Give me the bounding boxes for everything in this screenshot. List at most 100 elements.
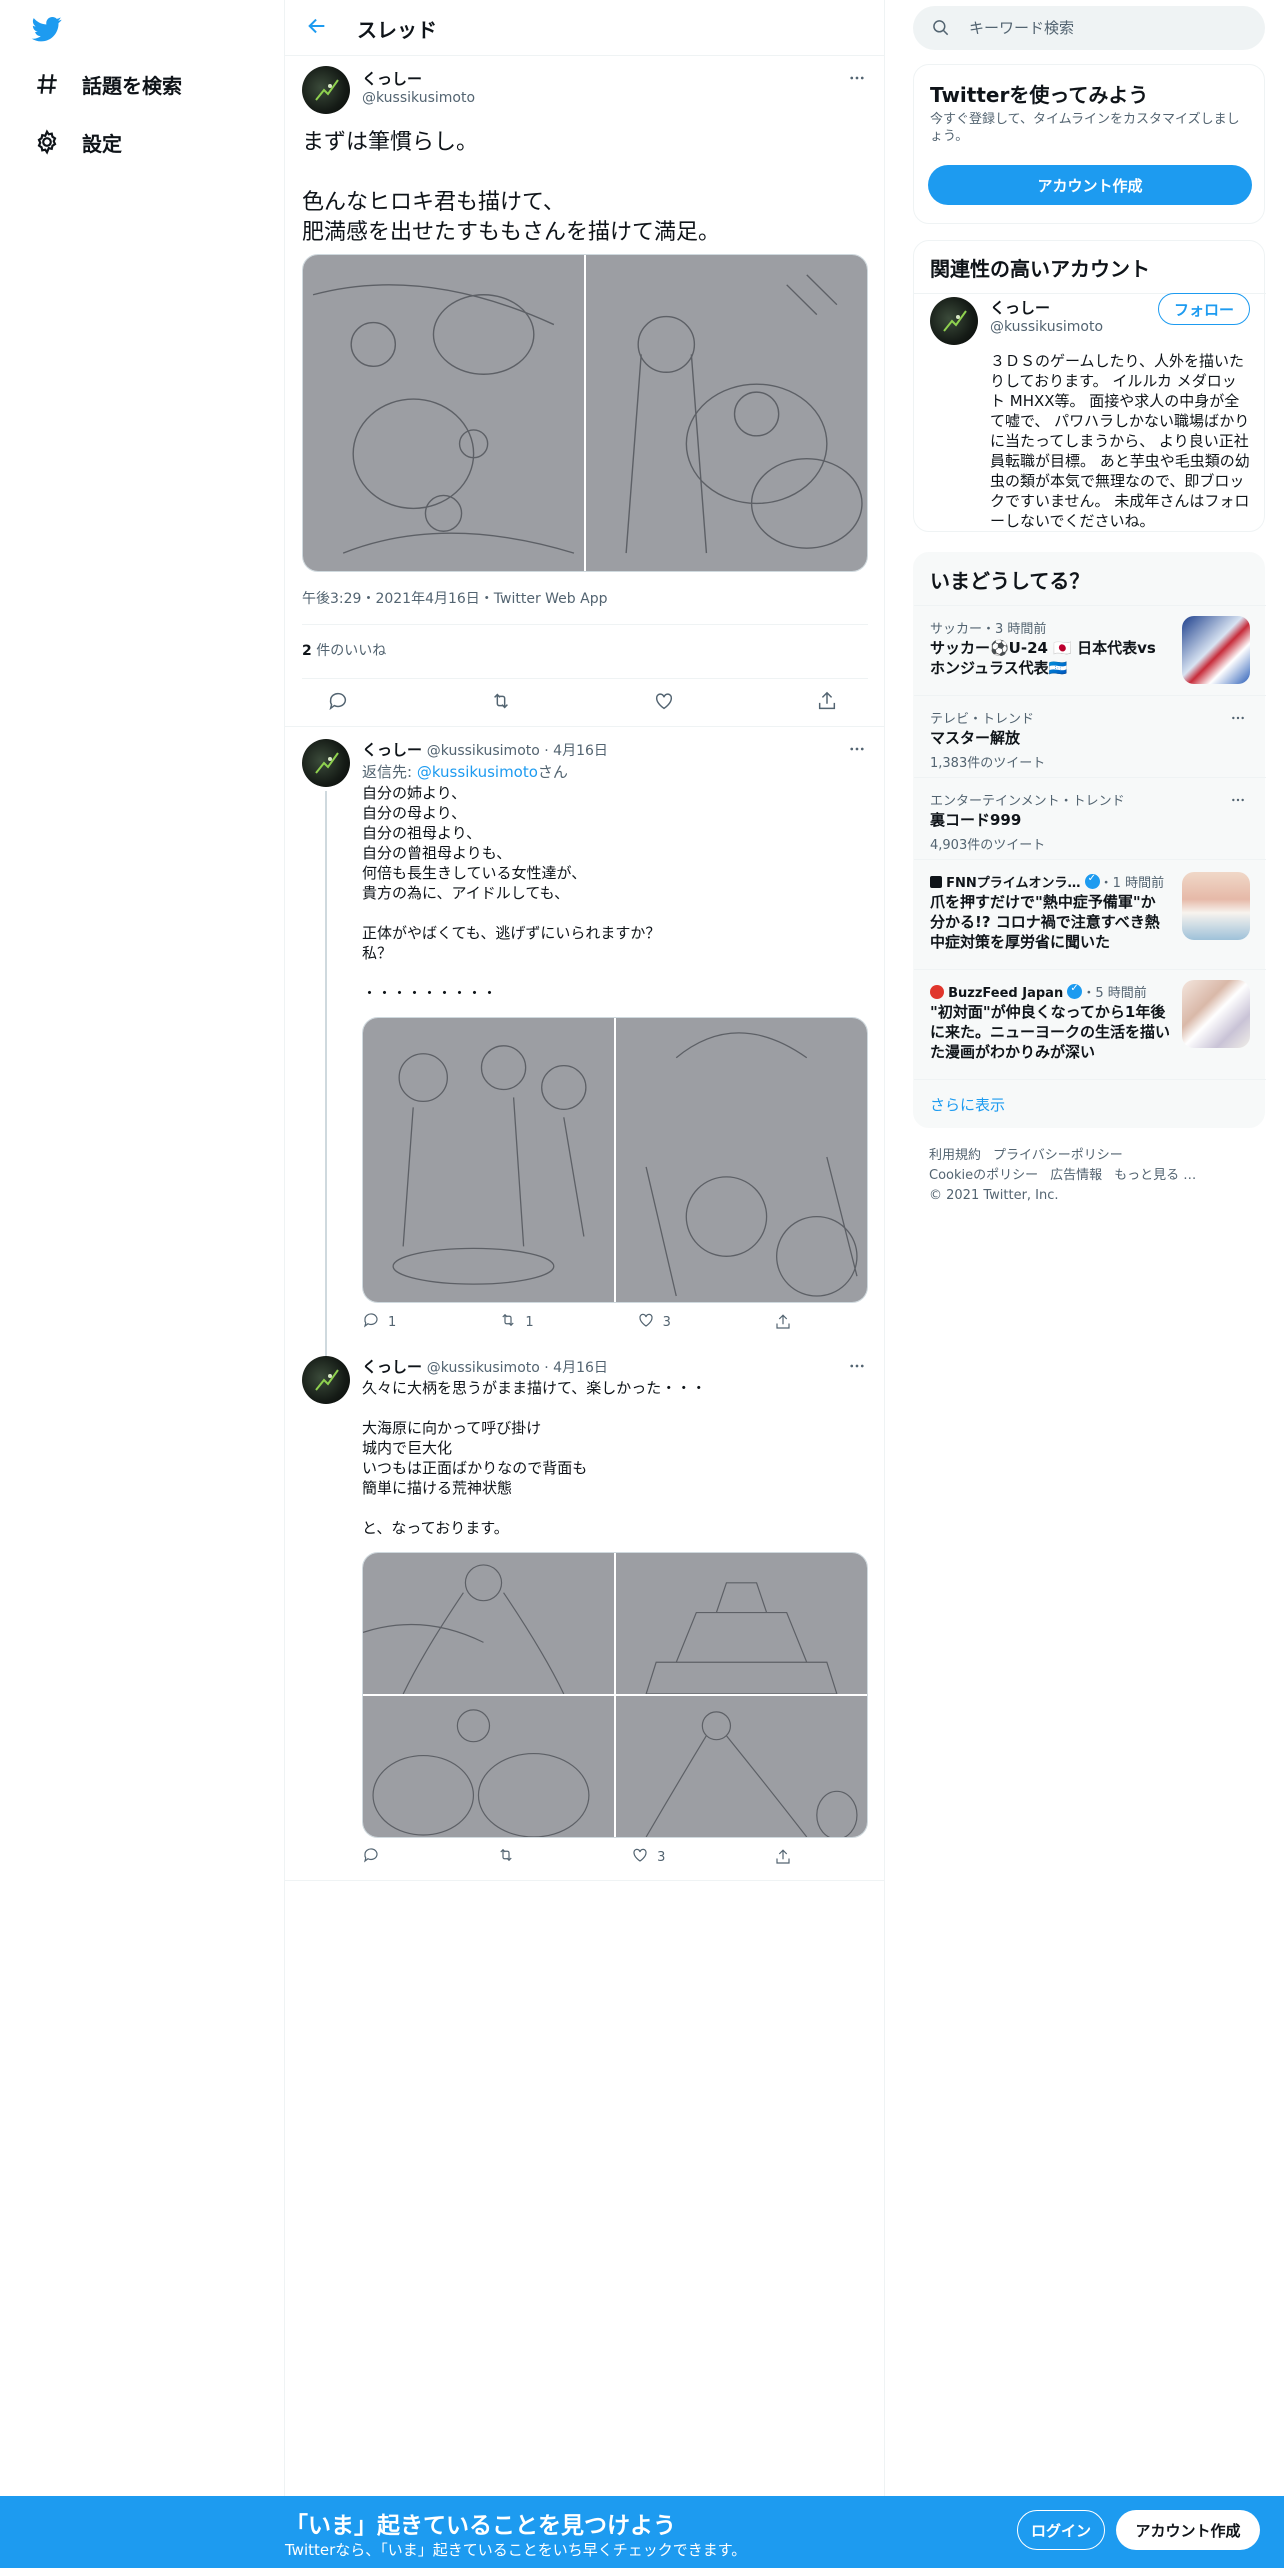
trend-item[interactable]: BuzzFeed Japan ・5 時間前 "初対面"が仲良くなってから1年後に… <box>914 969 1266 1079</box>
tweet-media[interactable] <box>302 254 868 572</box>
share-icon[interactable] <box>816 690 838 712</box>
footer-links: 利用規約 プライバシーポリシー Cookieのポリシー 広告情報 もっと見る … © … <box>929 1146 1259 1206</box>
footer-link-terms[interactable]: 利用規約 <box>929 1148 981 1163</box>
like-button[interactable]: 3 <box>637 1311 671 1333</box>
avatar[interactable] <box>930 297 978 345</box>
thread-header: スレッド <box>285 0 885 56</box>
trend-thumbnail <box>1182 872 1250 940</box>
footer-link-privacy[interactable]: プライバシーポリシー <box>993 1148 1123 1163</box>
nav-settings-label: 設定 <box>82 131 122 156</box>
footer-link-cookies[interactable]: Cookieのポリシー <box>929 1168 1038 1183</box>
create-account-button[interactable]: アカウント作成 <box>928 165 1252 205</box>
tweet-header: くっしー @kussikusimoto · 4月16日 <box>362 739 608 760</box>
trend-item[interactable]: テレビ・トレンド マスター解放 1,383件のツイート <box>914 695 1266 777</box>
reply-icon <box>362 1846 380 1868</box>
likes-summary[interactable]: 2 件のいいね <box>302 640 386 660</box>
retweet-count: 1 <box>525 1314 534 1330</box>
sketch-image[interactable] <box>616 1553 867 1694</box>
avatar[interactable] <box>302 66 350 114</box>
like-icon <box>637 1311 655 1333</box>
more-options-icon[interactable] <box>845 66 869 90</box>
twitter-bird-icon[interactable] <box>30 14 64 44</box>
author-name[interactable]: くっしー <box>362 741 422 759</box>
retweet-button[interactable] <box>497 1846 523 1868</box>
like-icon[interactable] <box>653 690 675 712</box>
reply-button[interactable] <box>362 1846 388 1868</box>
tweet-timestamp[interactable]: 午後3:29・2021年4月16日・Twitter Web App <box>302 588 607 608</box>
publisher-avatar <box>930 985 944 999</box>
reply-icon[interactable] <box>327 690 349 712</box>
search-icon <box>931 18 951 38</box>
sketch-image[interactable] <box>616 1696 867 1837</box>
like-count: 3 <box>657 1849 666 1865</box>
author-name[interactable]: くっしー <box>362 1358 422 1376</box>
reply-tweet[interactable]: くっしー @kussikusimoto · 4月16日 返信先: @kussik… <box>285 727 885 1381</box>
trend-context: エンターテインメント・トレンド <box>930 794 1125 809</box>
tweet-media[interactable] <box>362 1017 868 1303</box>
trend-item[interactable]: エンターテインメント・トレンド 裏コード999 4,903件のツイート <box>914 777 1266 859</box>
like-button[interactable]: 3 <box>631 1846 665 1868</box>
reply-suffix: さん <box>537 763 568 781</box>
back-button[interactable] <box>303 14 331 42</box>
reply-icon <box>362 1311 380 1333</box>
avatar[interactable] <box>302 1356 350 1404</box>
footer-row: 利用規約 プライバシーポリシー <box>929 1146 1259 1166</box>
related-handle[interactable]: @kussikusimoto <box>990 319 1103 335</box>
sketch-image[interactable] <box>586 255 867 571</box>
related-bio: ３ＤＳのゲームしたり、人外を描いたりしております。 イルルカ メダロット MHX… <box>990 352 1250 530</box>
tweet-text: まずは筆慣らし。 色んなヒロキ君も描けて、 肥満感を出せたすももさんを描けて満足… <box>302 130 721 245</box>
share-icon[interactable] <box>774 1846 792 1868</box>
search-bar[interactable] <box>913 6 1265 50</box>
trend-title: 爪を押すだけで"熱中症予備軍"か分かる!? コロナ禍で注意すべき熱中症対策を厚労… <box>930 893 1160 951</box>
trend-item[interactable]: サッカー・3 時間前 サッカー⚽U-24 🇯🇵 日本代表vsホンジュラス代表🇭🇳 <box>914 605 1266 695</box>
sketch-image[interactable] <box>363 1018 614 1302</box>
author-handle[interactable]: @kussikusimoto <box>362 90 475 106</box>
divider <box>302 624 868 625</box>
share-icon[interactable] <box>774 1311 792 1333</box>
reply-tweet[interactable]: くっしー @kussikusimoto · 4月16日 久々に大柄を思うがまま描… <box>285 1344 885 1884</box>
tweet-media[interactable] <box>362 1552 868 1838</box>
sketch-image[interactable] <box>363 1696 614 1837</box>
show-more-row[interactable]: さらに表示 <box>914 1079 1266 1129</box>
show-more-link[interactable]: さらに表示 <box>930 1094 1005 1115</box>
sketch-image[interactable] <box>303 255 584 571</box>
more-options-icon[interactable] <box>1226 788 1250 812</box>
signup-button[interactable]: アカウント作成 <box>1116 2510 1260 2550</box>
publisher-avatar <box>930 876 942 888</box>
related-name[interactable]: くっしー <box>990 297 1050 318</box>
login-button[interactable]: ログイン <box>1017 2510 1105 2550</box>
trend-title: サッカー⚽U-24 🇯🇵 日本代表vsホンジュラス代表🇭🇳 <box>930 639 1156 677</box>
retweet-icon[interactable] <box>490 690 512 712</box>
footer-link-more[interactable]: もっと見る … <box>1114 1168 1196 1183</box>
arrow-left-icon <box>306 15 328 41</box>
follow-button[interactable]: フォロー <box>1158 293 1250 325</box>
verified-badge-icon <box>1067 983 1083 999</box>
search-input[interactable] <box>969 19 1249 37</box>
reply-button[interactable]: 1 <box>362 1311 396 1333</box>
more-options-icon[interactable] <box>845 1354 869 1378</box>
likes-label: 件のいいね <box>311 643 387 659</box>
related-title: 関連性の高いアカウント <box>930 257 1150 281</box>
trend-item[interactable]: FNNプライムオンラ… ・1 時間前 爪を押すだけで"熱中症予備軍"か分かる!?… <box>914 859 1266 969</box>
avatar[interactable] <box>302 739 350 787</box>
retweet-button[interactable]: 1 <box>499 1311 534 1333</box>
nav-settings[interactable]: 設定 <box>34 122 122 162</box>
more-options-icon[interactable] <box>1226 706 1250 730</box>
author-handle-date[interactable]: @kussikusimoto · 4月16日 <box>427 1360 608 1376</box>
reply-handle-link[interactable]: @kussikusimoto <box>417 763 538 781</box>
banner-subtitle: Twitterなら、「いま」起きていることをいち早くチェックできます。 <box>285 2541 747 2559</box>
publisher-name: FNNプライムオンラ… <box>946 876 1081 891</box>
signup-banner: 「いま」起きていることを見つけよう Twitterなら、「いま」起きていることを… <box>0 2496 1284 2568</box>
footer-row: Cookieのポリシー 広告情報 もっと見る … <box>929 1166 1259 1186</box>
gear-icon <box>34 129 60 155</box>
nav-explore[interactable]: 話題を検索 <box>34 64 182 104</box>
author-handle-date[interactable]: @kussikusimoto · 4月16日 <box>427 743 608 759</box>
footer-link-ads[interactable]: 広告情報 <box>1050 1168 1102 1183</box>
more-options-icon[interactable] <box>845 737 869 761</box>
sketch-image[interactable] <box>363 1553 614 1694</box>
author-name[interactable]: くっしー <box>362 68 422 89</box>
trend-title: "初対面"が仲良くなってから1年後に来た。ニューヨークの生活を描いた漫画がわかり… <box>930 1003 1171 1061</box>
like-icon <box>631 1846 649 1868</box>
signup-description: 今すぐ登録して、タイムラインをカスタマイズしましょう。 <box>930 112 1240 144</box>
sketch-image[interactable] <box>616 1018 867 1302</box>
